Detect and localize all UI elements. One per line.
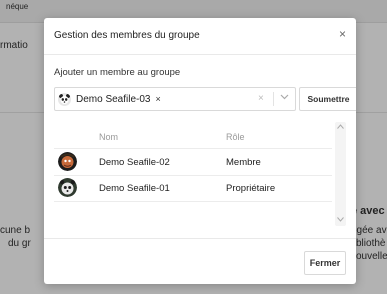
clear-icon[interactable]: ×: [258, 93, 264, 104]
add-member-label: Ajouter un membre au groupe: [54, 67, 181, 78]
members-table: Nom Rôle Demo Seafile-02 Membre Demo Sea…: [54, 122, 346, 232]
table-scrollbar[interactable]: [335, 122, 346, 226]
dialog-footer: Fermer: [44, 238, 356, 284]
chevron-down-icon[interactable]: [280, 92, 289, 104]
scroll-up-icon[interactable]: [337, 124, 344, 131]
dialog-title: Gestion des membres du groupe: [54, 30, 200, 41]
panda-avatar-icon: [58, 92, 71, 106]
column-header-role: Rôle: [226, 132, 245, 142]
member-name: Demo Seafile-02: [99, 157, 170, 168]
column-header-name: Nom: [99, 132, 119, 142]
member-select[interactable]: Demo Seafile-03 × ×: [54, 87, 296, 111]
avatar: [58, 152, 77, 171]
close-icon[interactable]: ×: [339, 28, 346, 40]
member-role: Membre: [226, 157, 261, 168]
remove-tag-icon[interactable]: ×: [155, 94, 160, 104]
selected-member-name: Demo Seafile-03: [76, 93, 151, 105]
group-members-dialog: Gestion des membres du groupe × Ajouter …: [44, 18, 356, 284]
table-row: Demo Seafile-01 Propriétaire: [54, 175, 332, 202]
close-button[interactable]: Fermer: [304, 251, 346, 275]
avatar: [58, 178, 77, 197]
member-role: Propriétaire: [226, 183, 276, 194]
selected-member-tag: Demo Seafile-03 ×: [58, 91, 161, 107]
scroll-down-icon[interactable]: [337, 217, 344, 224]
submit-button[interactable]: Soumettre: [299, 87, 356, 111]
table-row: Demo Seafile-02 Membre: [54, 149, 332, 176]
select-separator: [273, 92, 274, 106]
member-name: Demo Seafile-01: [99, 183, 170, 194]
dialog-header: Gestion des membres du groupe ×: [44, 18, 356, 55]
